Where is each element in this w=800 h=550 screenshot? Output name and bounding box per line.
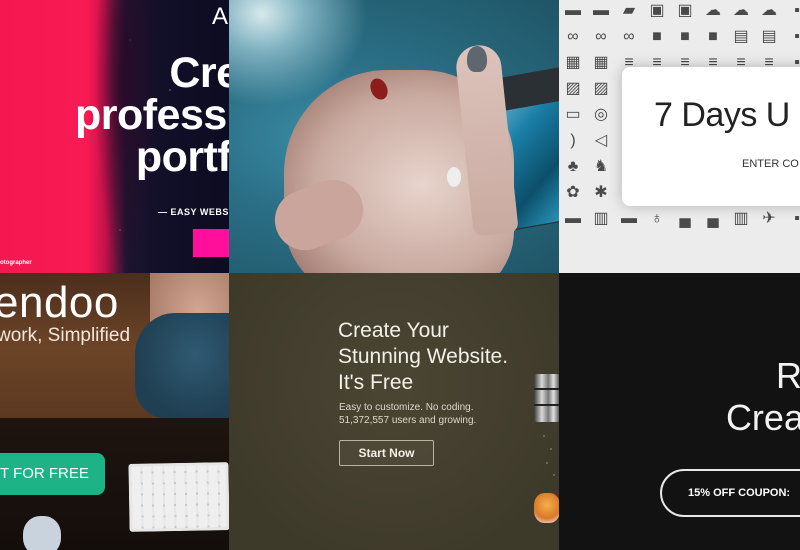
lock-box-icon: ▣ [649, 2, 665, 19]
metal-can-image [534, 374, 559, 422]
reseller-headline: Rese Creative [726, 355, 800, 439]
headline-line: It's Free [338, 371, 414, 394]
toolbox-icon: ▬ [565, 210, 581, 227]
portfolio-ad-tile[interactable]: A Crea professio portfo — EASY WEBSIT ot… [0, 0, 229, 273]
blank-icon: ▪ [794, 2, 800, 19]
flower-icon: ✿ [566, 184, 580, 201]
headline-line: portfo [135, 133, 229, 181]
builder-subline: Easy to customize. No coding. 51,372,557… [339, 401, 476, 427]
blank-icon: ▪ [794, 28, 800, 45]
sound-wave-icon: ) [570, 132, 576, 149]
sprinkles-image [539, 431, 559, 491]
folder-icon: ▰ [622, 2, 636, 19]
lock-box-icon: ▣ [677, 2, 693, 19]
stroller-icon: ♞ [593, 158, 609, 175]
car-icon: ▄ [679, 210, 691, 227]
start-free-label: T FOR FREE [0, 465, 89, 482]
bicycle-icon: ♁ [651, 210, 663, 227]
coupon-card [622, 67, 800, 206]
cupcake-image [534, 493, 559, 523]
photographer-credit: otographer [0, 260, 32, 266]
phone-photo-tile[interactable] [229, 0, 559, 273]
subline-line: Easy to customize. No coding. [339, 402, 474, 413]
phone-home-button [447, 167, 461, 187]
builder-headline: Create Your Stunning Website. It's Free [338, 318, 508, 396]
android-icon: ♣ [567, 158, 579, 175]
wendoo-ad-tile[interactable]: endoo work, Simplified T FOR FREE [0, 273, 229, 550]
target-icon: ◎ [594, 106, 608, 123]
cloud-minus-icon: ☁ [761, 2, 777, 19]
headline-line: Create Your [338, 319, 449, 342]
suitcase-icon: ▬ [621, 210, 637, 227]
link-icon: ∞ [595, 28, 607, 45]
website-builder-ad-tile[interactable]: Create Your Stunning Website. It's Free … [229, 273, 559, 550]
airplane-icon: ✈ [762, 210, 776, 227]
subline-line: 51,372,557 users and growing. [339, 415, 477, 426]
headline-line: Crea [169, 49, 229, 97]
jeans-image [135, 313, 229, 418]
start-free-button[interactable]: T FOR FREE [0, 453, 105, 495]
box-minus-icon: ■ [708, 28, 718, 45]
box-icon: ■ [652, 28, 662, 45]
headline-line: professio [74, 91, 229, 139]
box-plus-icon: ■ [680, 28, 690, 45]
luggage-icon: ▥ [593, 210, 609, 227]
grid-icon: ▦ [565, 54, 581, 71]
portfolio-tagline: — EASY WEBSIT [158, 207, 229, 217]
table-list-icon: ▤ [761, 28, 777, 45]
image-icon: ▨ [593, 80, 609, 97]
blank-icon: ▪ [794, 210, 800, 227]
keyboard-image [128, 462, 229, 532]
image-icon: ▨ [565, 80, 581, 97]
brand-logo-letter: A [212, 3, 229, 30]
3d-icon: ▭ [565, 106, 581, 123]
coupon-title: 7 Days U [654, 96, 790, 134]
pink-cta-block[interactable] [193, 229, 229, 257]
headline-line: Creative [725, 397, 800, 438]
table-icon: ▤ [733, 28, 749, 45]
headline-line: Stunning Website. [338, 345, 509, 368]
start-now-button[interactable]: Start Now [339, 440, 434, 466]
cloud-plus-icon: ☁ [733, 2, 749, 19]
briefcase-icon: ▬ [593, 2, 609, 19]
brand-slogan: work, Simplified [0, 325, 131, 346]
coupon-button[interactable]: 15% OFF COUPON: [660, 469, 800, 517]
speaker-icon: ◁ [594, 132, 608, 149]
briefcase-icon: ▬ [565, 2, 581, 19]
mouse-image [23, 516, 61, 550]
reseller-ad-tile[interactable]: Rese Creative 15% OFF COUPON: [559, 273, 800, 550]
sparkle-icon: ✱ [594, 184, 608, 201]
link-icon: ∞ [567, 28, 579, 45]
portfolio-headline: Crea professio portfo [0, 49, 229, 181]
cloud-icon: ☁ [705, 2, 721, 19]
headline-line: Rese [775, 355, 800, 396]
train-icon: ▥ [733, 210, 749, 227]
unlink-icon: ∞ [623, 28, 635, 45]
grey-nail [467, 46, 487, 72]
car-icon: ▄ [707, 210, 719, 227]
coupon-subtitle: ENTER CO [742, 158, 799, 170]
brand-name: endoo [0, 278, 119, 327]
grid-icon: ▦ [593, 54, 609, 71]
icon-coupon-tile[interactable]: ▬▬▰▣▣☁☁☁▪∞∞∞■■■▤▤▪▦▦≡≡≡≡≡≡▪▨▨▪▪▪▪▪▪▪▭◎▪▪… [559, 0, 800, 273]
